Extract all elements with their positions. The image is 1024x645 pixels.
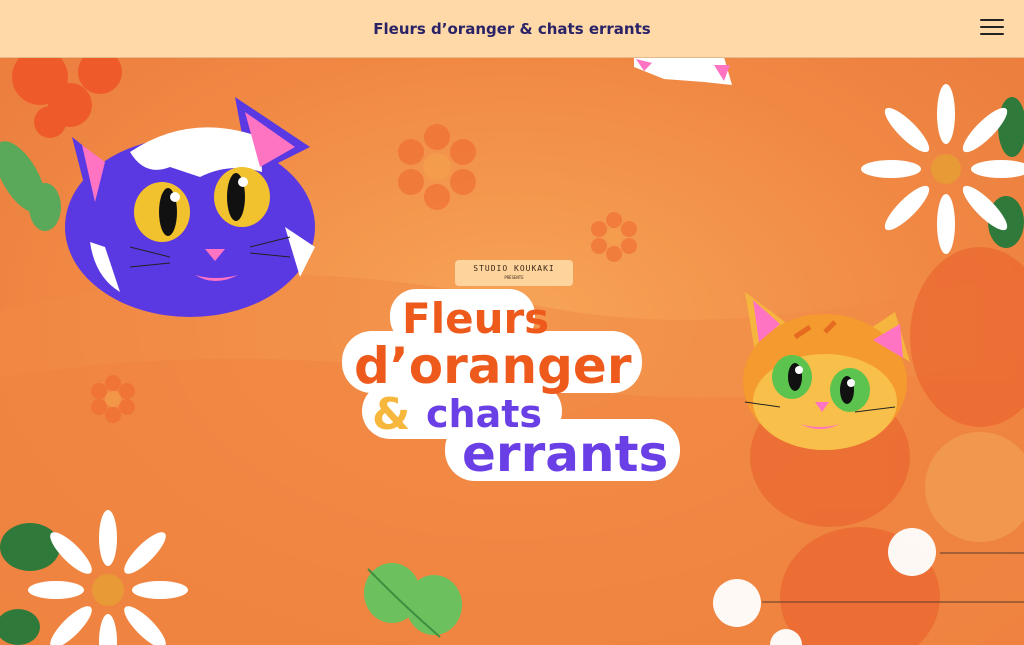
orange-flower-decor xyxy=(12,57,122,138)
hero-title-logo: Fleurs d’oranger & chats errants xyxy=(342,289,680,483)
hero-banner: STUDIO KOUKAKI PRÉSENTE Fleurs d’oranger… xyxy=(0,57,1024,645)
purple-cat-illustration xyxy=(65,97,315,317)
header-title[interactable]: Fleurs d’oranger & chats errants xyxy=(373,20,650,38)
presente-label: PRÉSENTE xyxy=(504,275,524,280)
studio-badge: STUDIO KOUKAKI PRÉSENTE xyxy=(455,260,573,286)
title-line-fleurs: Fleurs xyxy=(402,294,549,343)
title-ampersand: & xyxy=(372,389,410,440)
page: Fleurs d’oranger & chats errants STUDIO … xyxy=(0,0,1024,645)
site-header: Fleurs d’oranger & chats errants xyxy=(0,0,1024,58)
hamburger-icon[interactable] xyxy=(980,19,1004,37)
title-line-errants: errants xyxy=(462,425,668,483)
studio-name: STUDIO KOUKAKI xyxy=(473,264,555,273)
white-cat-partial xyxy=(634,57,732,85)
daisy-decor xyxy=(861,84,1024,254)
title-line-doranger: d’oranger xyxy=(354,337,632,395)
